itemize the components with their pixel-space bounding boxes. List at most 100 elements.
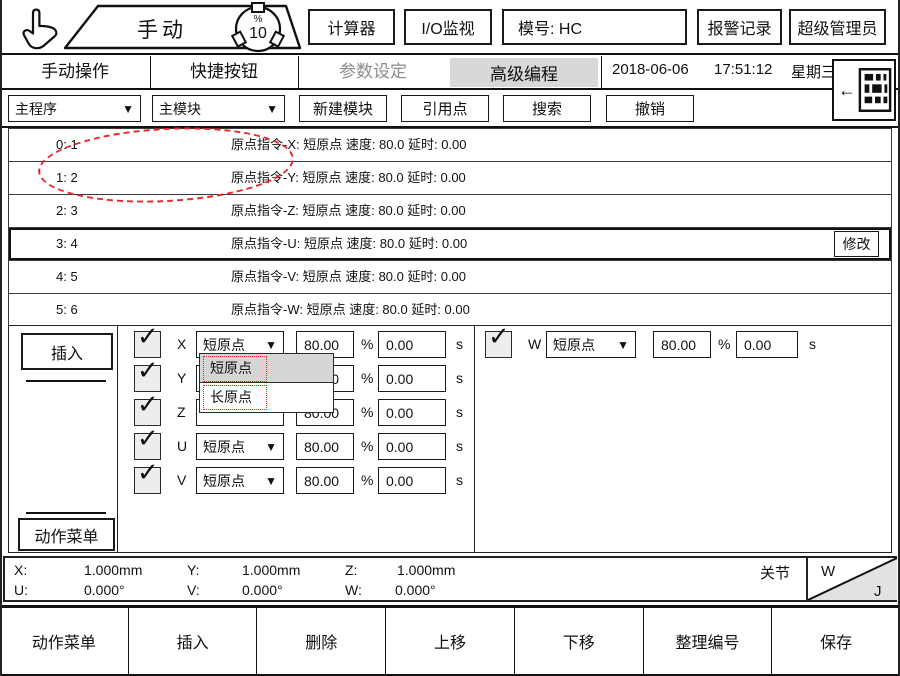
axis-delay-field[interactable]: 0.00	[378, 399, 446, 426]
axis-origin-select[interactable]: 短原点 ▼	[196, 467, 284, 494]
checkmark-icon: ✓	[137, 425, 159, 451]
program-list: 0: 1 原点指令-X: 短原点 速度: 80.0 延时: 0.00 1: 2 …	[8, 128, 892, 327]
tab-advanced-programming[interactable]: 高级编程	[450, 58, 598, 87]
axis-checkbox[interactable]: ✓	[134, 467, 161, 494]
axis-checkbox[interactable]: ✓	[134, 365, 161, 392]
axis-label: Y	[177, 370, 186, 386]
chevron-down-icon: ▼	[122, 102, 134, 116]
coord-label: W:	[345, 582, 362, 598]
origin-select-value: 短原点	[203, 471, 245, 491]
axis-label: Z	[177, 404, 186, 420]
coord-value: 1.000mm	[84, 562, 142, 578]
row-index: 0: 1	[56, 129, 78, 161]
program-select[interactable]: 主程序 ▼	[8, 95, 141, 122]
axis-checkbox[interactable]: ✓	[134, 433, 161, 460]
status-weekday: 星期三	[791, 61, 836, 82]
speed-value: 80.00	[304, 439, 339, 455]
toggle-bottom-label: J	[874, 583, 882, 600]
top-bar: 手动 % 10 计算器 I/O监视 模号: HC 报警记录 超级管理员	[0, 0, 900, 55]
model-number-box[interactable]: 模号: HC	[502, 9, 687, 45]
toolbar-row: 主程序 ▼ 主模块 ▼ 新建模块 引用点 搜索 撤销	[0, 90, 900, 128]
coord-label: Y:	[187, 562, 199, 578]
axis-delay-field[interactable]: 0.00	[736, 331, 798, 358]
axis-label: V	[177, 472, 186, 488]
undo-button[interactable]: 撤销	[606, 95, 694, 122]
coord-value: 0.000°	[395, 582, 436, 598]
seconds-unit: s	[456, 404, 463, 420]
origin-select-value: 短原点	[203, 437, 245, 457]
chevron-down-icon: ▼	[265, 474, 277, 488]
keypad-toggle-button[interactable]: ←	[832, 59, 896, 121]
renumber-button[interactable]: 整理编号	[644, 608, 773, 674]
new-module-button[interactable]: 新建模块	[299, 95, 387, 122]
axis-row-u: ✓ U 短原点 ▼ 80.00 % 0.00 s	[9, 432, 474, 462]
alarm-record-button[interactable]: 报警记录	[697, 9, 782, 45]
tab-divider-2	[298, 56, 299, 89]
tab-divider-3	[601, 56, 602, 89]
axis-delay-field[interactable]: 0.00	[378, 467, 446, 494]
modify-button[interactable]: 修改	[834, 231, 879, 257]
tab-divider-1	[150, 56, 151, 89]
percent-unit: %	[361, 404, 373, 420]
origin-select-value: 短原点	[553, 335, 595, 355]
search-button[interactable]: 搜索	[503, 95, 591, 122]
program-select-value: 主程序	[15, 99, 57, 119]
tab-parameter-settings[interactable]: 参数设定	[298, 55, 448, 88]
io-monitor-button[interactable]: I/O监视	[404, 9, 492, 45]
coord-value: 1.000mm	[397, 562, 455, 578]
coord-mode-toggle[interactable]: W J	[806, 558, 897, 600]
speed-gauge-icon[interactable]: % 10	[228, 1, 288, 57]
axis-origin-select[interactable]: 短原点 ▼	[546, 331, 636, 358]
action-menu-panel-button[interactable]: 动作菜单	[18, 518, 115, 551]
mode-label: 手动	[107, 14, 217, 44]
reference-point-button[interactable]: 引用点	[401, 95, 489, 122]
hmi-screen: 手动 % 10 计算器 I/O监视 模号: HC 报警记录 超级管理员 手动操作…	[0, 0, 900, 676]
axis-row-v: ✓ V 短原点 ▼ 80.00 % 0.00 s	[9, 466, 474, 496]
axis-speed-field[interactable]: 80.00	[653, 331, 711, 358]
program-row-2[interactable]: 2: 3 原点指令-Z: 短原点 速度: 80.0 延时: 0.00	[9, 195, 891, 228]
checkmark-icon: ✓	[137, 357, 159, 383]
row-command: 原点指令-Y: 短原点 速度: 80.0 延时: 0.00	[231, 162, 466, 194]
module-select[interactable]: 主模块 ▼	[152, 95, 285, 122]
chevron-down-icon: ▼	[265, 440, 277, 454]
axis-speed-field[interactable]: 80.00	[296, 433, 354, 460]
move-down-button[interactable]: 下移	[515, 608, 644, 674]
dropdown-option-short[interactable]: 短原点	[200, 354, 333, 383]
speed-value: 80.00	[661, 337, 696, 353]
program-row-0[interactable]: 0: 1 原点指令-X: 短原点 速度: 80.0 延时: 0.00	[9, 129, 891, 162]
tab-shortcut-buttons[interactable]: 快捷按钮	[150, 55, 298, 88]
delay-value: 0.00	[386, 371, 413, 387]
seconds-unit: s	[456, 370, 463, 386]
insert-bottom-button[interactable]: 插入	[129, 608, 258, 674]
tab-manual-operation[interactable]: 手动操作	[0, 55, 150, 88]
chevron-down-icon: ▼	[266, 102, 278, 116]
delete-button[interactable]: 删除	[257, 608, 386, 674]
row-command: 原点指令-X: 短原点 速度: 80.0 延时: 0.00	[231, 129, 467, 161]
save-button[interactable]: 保存	[772, 608, 900, 674]
program-row-1[interactable]: 1: 2 原点指令-Y: 短原点 速度: 80.0 延时: 0.00	[9, 162, 891, 195]
program-row-4[interactable]: 4: 5 原点指令-V: 短原点 速度: 80.0 延时: 0.00	[9, 261, 891, 294]
seconds-unit: s	[456, 438, 463, 454]
action-menu-button[interactable]: 动作菜单	[0, 608, 129, 674]
focus-outline	[203, 385, 267, 410]
program-row-3-selected[interactable]: 3: 4 原点指令-U: 短原点 速度: 80.0 延时: 0.00 修改	[9, 228, 891, 261]
speed-unit: %	[254, 14, 263, 25]
calculator-button[interactable]: 计算器	[308, 9, 395, 45]
axis-origin-select[interactable]: 短原点 ▼	[196, 433, 284, 460]
coordinate-status-bar: X: 1.000mm Y: 1.000mm Z: 1.000mm U: 0.00…	[3, 556, 897, 602]
move-up-button[interactable]: 上移	[386, 608, 515, 674]
nav-tab-row: 手动操作 快捷按钮 参数设定 高级编程 2018-06-06 17:51:12 …	[0, 55, 900, 90]
checkmark-icon: ✓	[137, 391, 159, 417]
axis-speed-field[interactable]: 80.00	[296, 467, 354, 494]
row-command: 原点指令-U: 短原点 速度: 80.0 延时: 0.00	[231, 228, 467, 260]
axis-delay-field[interactable]: 0.00	[378, 433, 446, 460]
axis-checkbox[interactable]: ✓	[485, 331, 512, 358]
dropdown-option-long[interactable]: 长原点	[200, 383, 333, 411]
row-command: 原点指令-Z: 短原点 速度: 80.0 延时: 0.00	[231, 195, 466, 227]
toggle-diagonal: W J	[808, 558, 897, 600]
axis-delay-field[interactable]: 0.00	[378, 365, 446, 392]
user-role-button[interactable]: 超级管理员	[789, 9, 886, 45]
status-date: 2018-06-06	[612, 61, 689, 78]
axis-label: W	[528, 336, 541, 352]
axis-checkbox[interactable]: ✓	[134, 399, 161, 426]
